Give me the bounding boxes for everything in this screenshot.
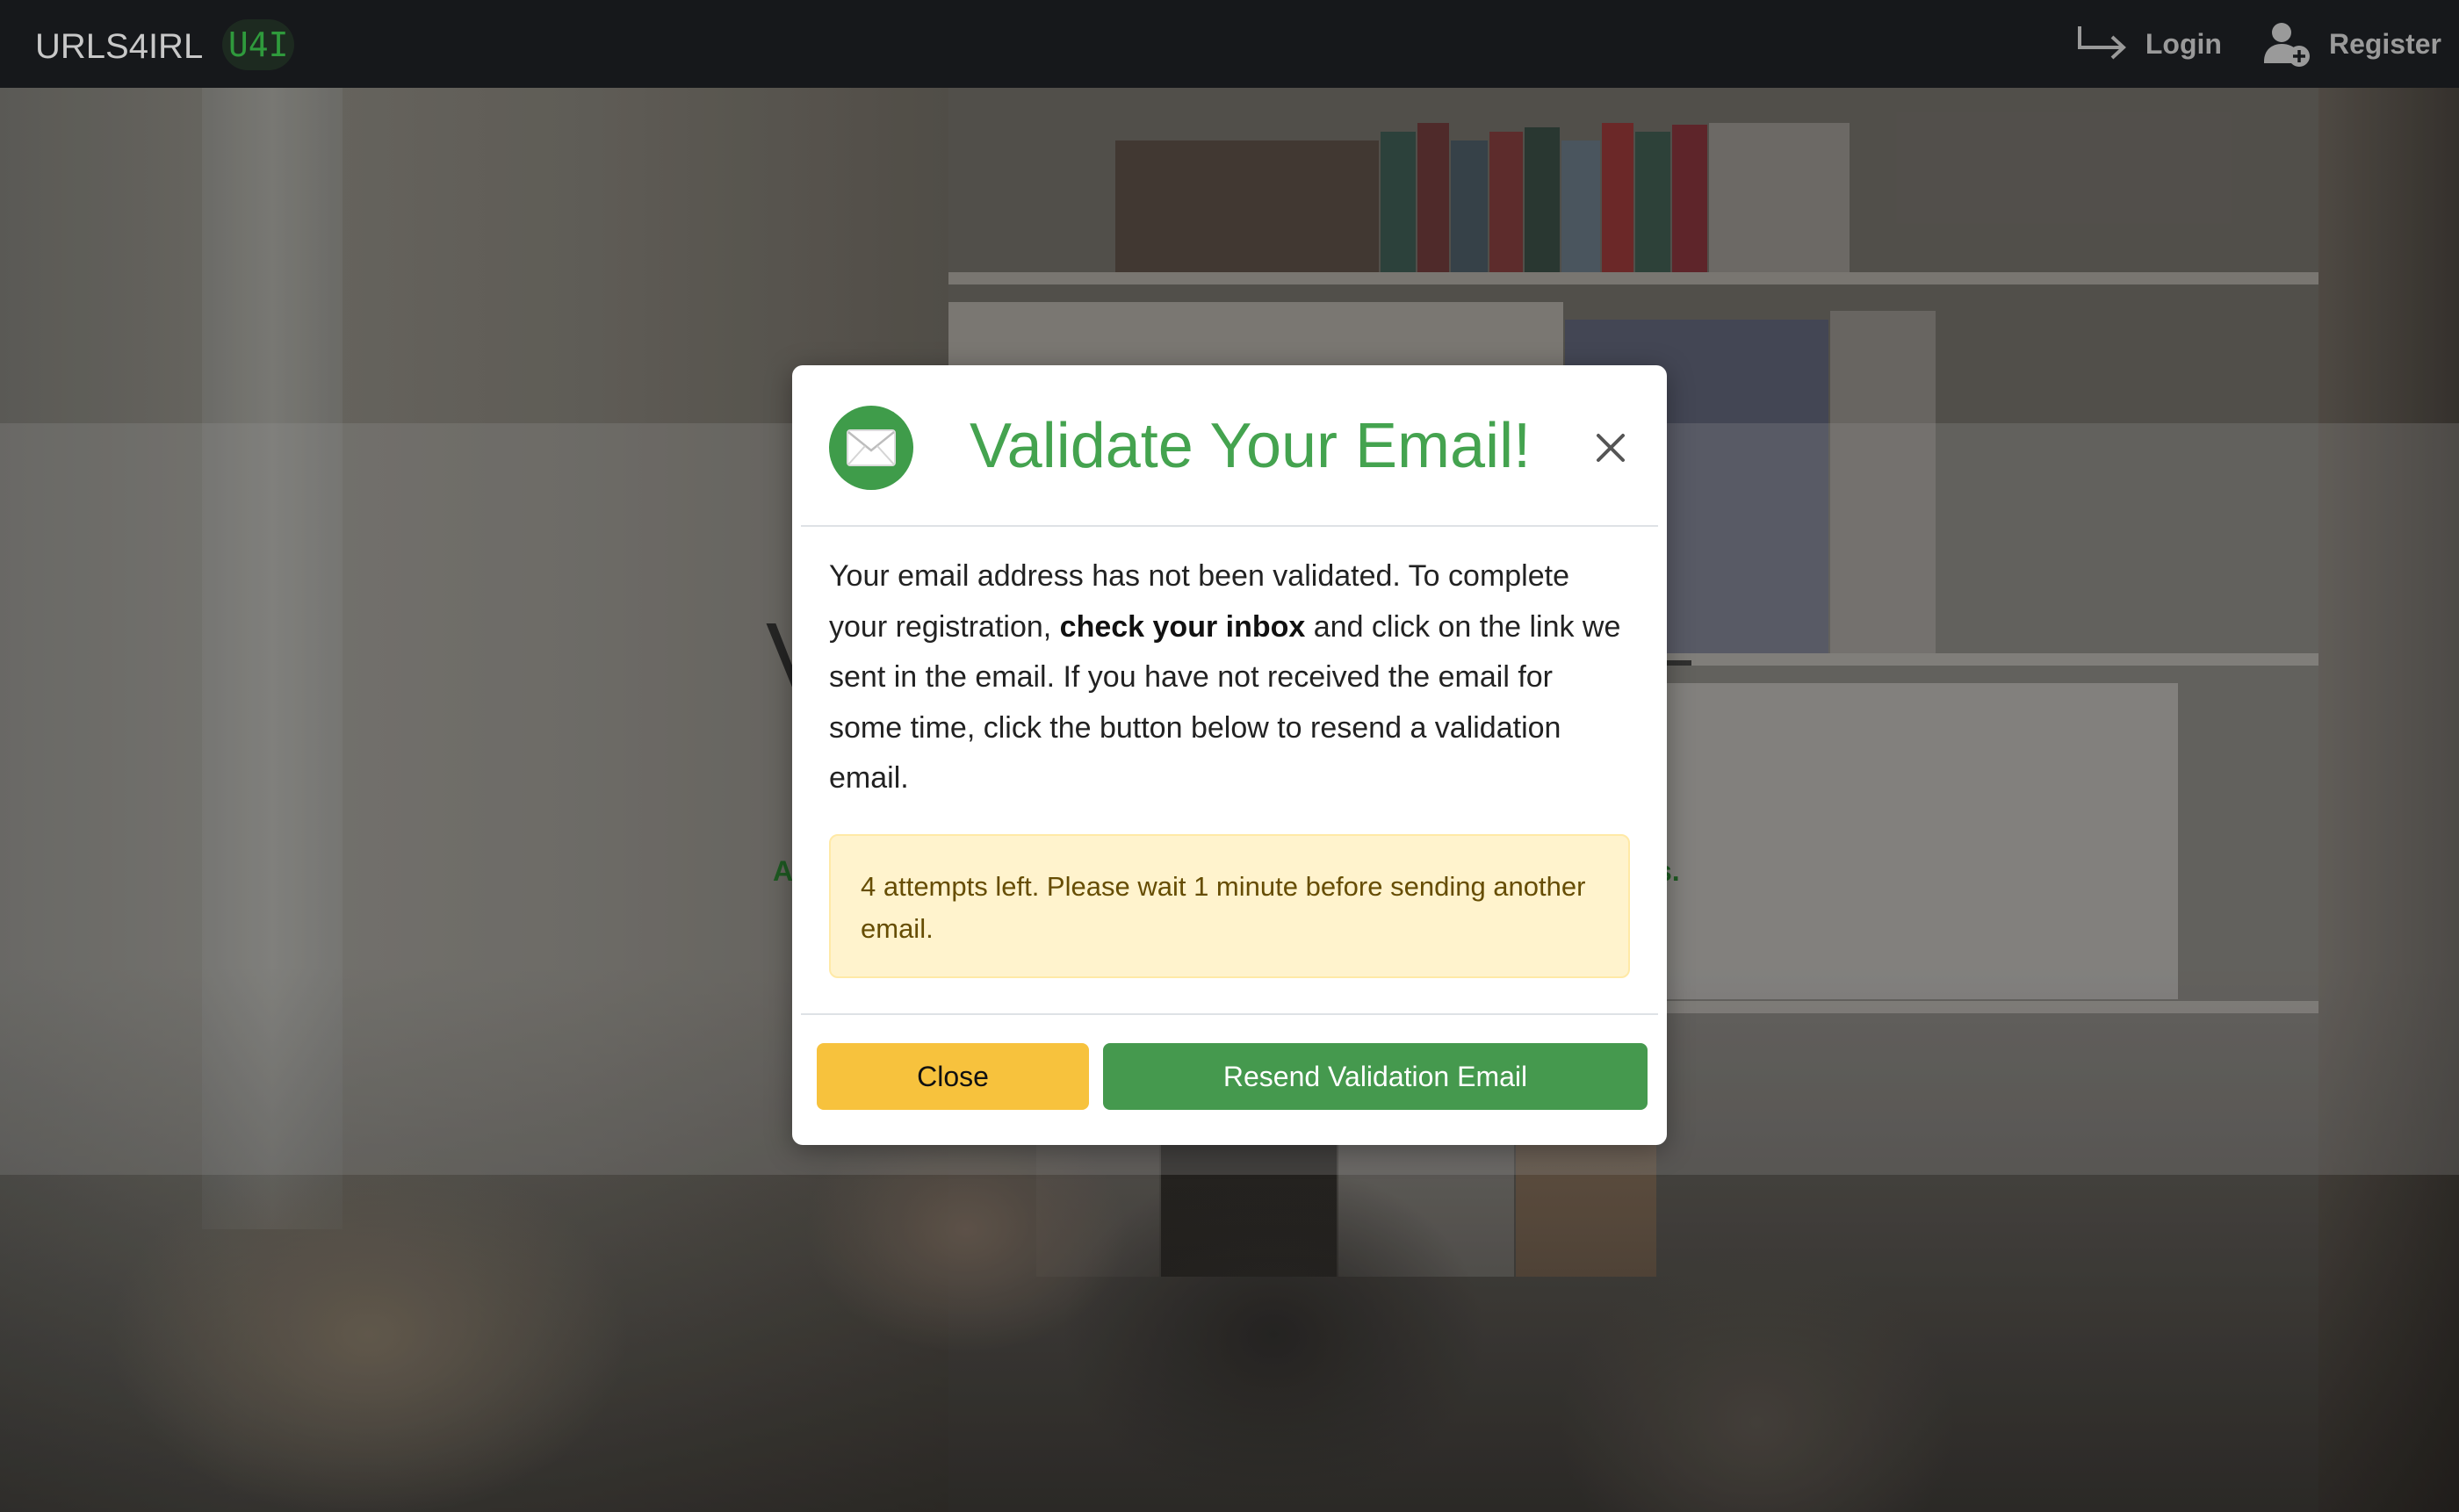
register-label: Register (2328, 27, 2441, 60)
hero-subtitle-fragment-left: A (773, 855, 794, 887)
login-arrow-icon (2077, 26, 2126, 60)
modal-title: Validate Your Email! (970, 411, 1532, 481)
login-label: Login (2145, 27, 2222, 60)
user-plus-icon (2263, 23, 2310, 67)
modal-header: Validate Your Email! (801, 365, 1658, 527)
modal-footer: Close Resend Validation Email (801, 1013, 1658, 1147)
close-icon[interactable] (1590, 427, 1632, 469)
attempts-alert: 4 attempts left. Please wait 1 minute be… (829, 834, 1630, 978)
navbar: URLS4IRL U4I Login Register (0, 0, 2459, 88)
brand-logo[interactable]: URLS4IRL U4I (35, 19, 295, 70)
resend-validation-email-button[interactable]: Resend Validation Email (1103, 1043, 1648, 1110)
nav-links: Login Register (2037, 0, 2441, 88)
brand-mark: U4I (222, 19, 295, 70)
envelope-icon (829, 406, 913, 490)
validate-email-modal: Validate Your Email! Your email address … (792, 365, 1667, 1145)
register-link[interactable]: Register (2262, 19, 2441, 68)
brand-name: URLS4IRL (35, 26, 204, 66)
modal-body-text: Your email address has not been validate… (829, 551, 1630, 804)
body-text-bold: check your inbox (1059, 609, 1306, 644)
envelope-glyph (847, 429, 896, 466)
login-link[interactable]: Login (2077, 25, 2222, 63)
close-button[interactable]: Close (817, 1043, 1089, 1110)
